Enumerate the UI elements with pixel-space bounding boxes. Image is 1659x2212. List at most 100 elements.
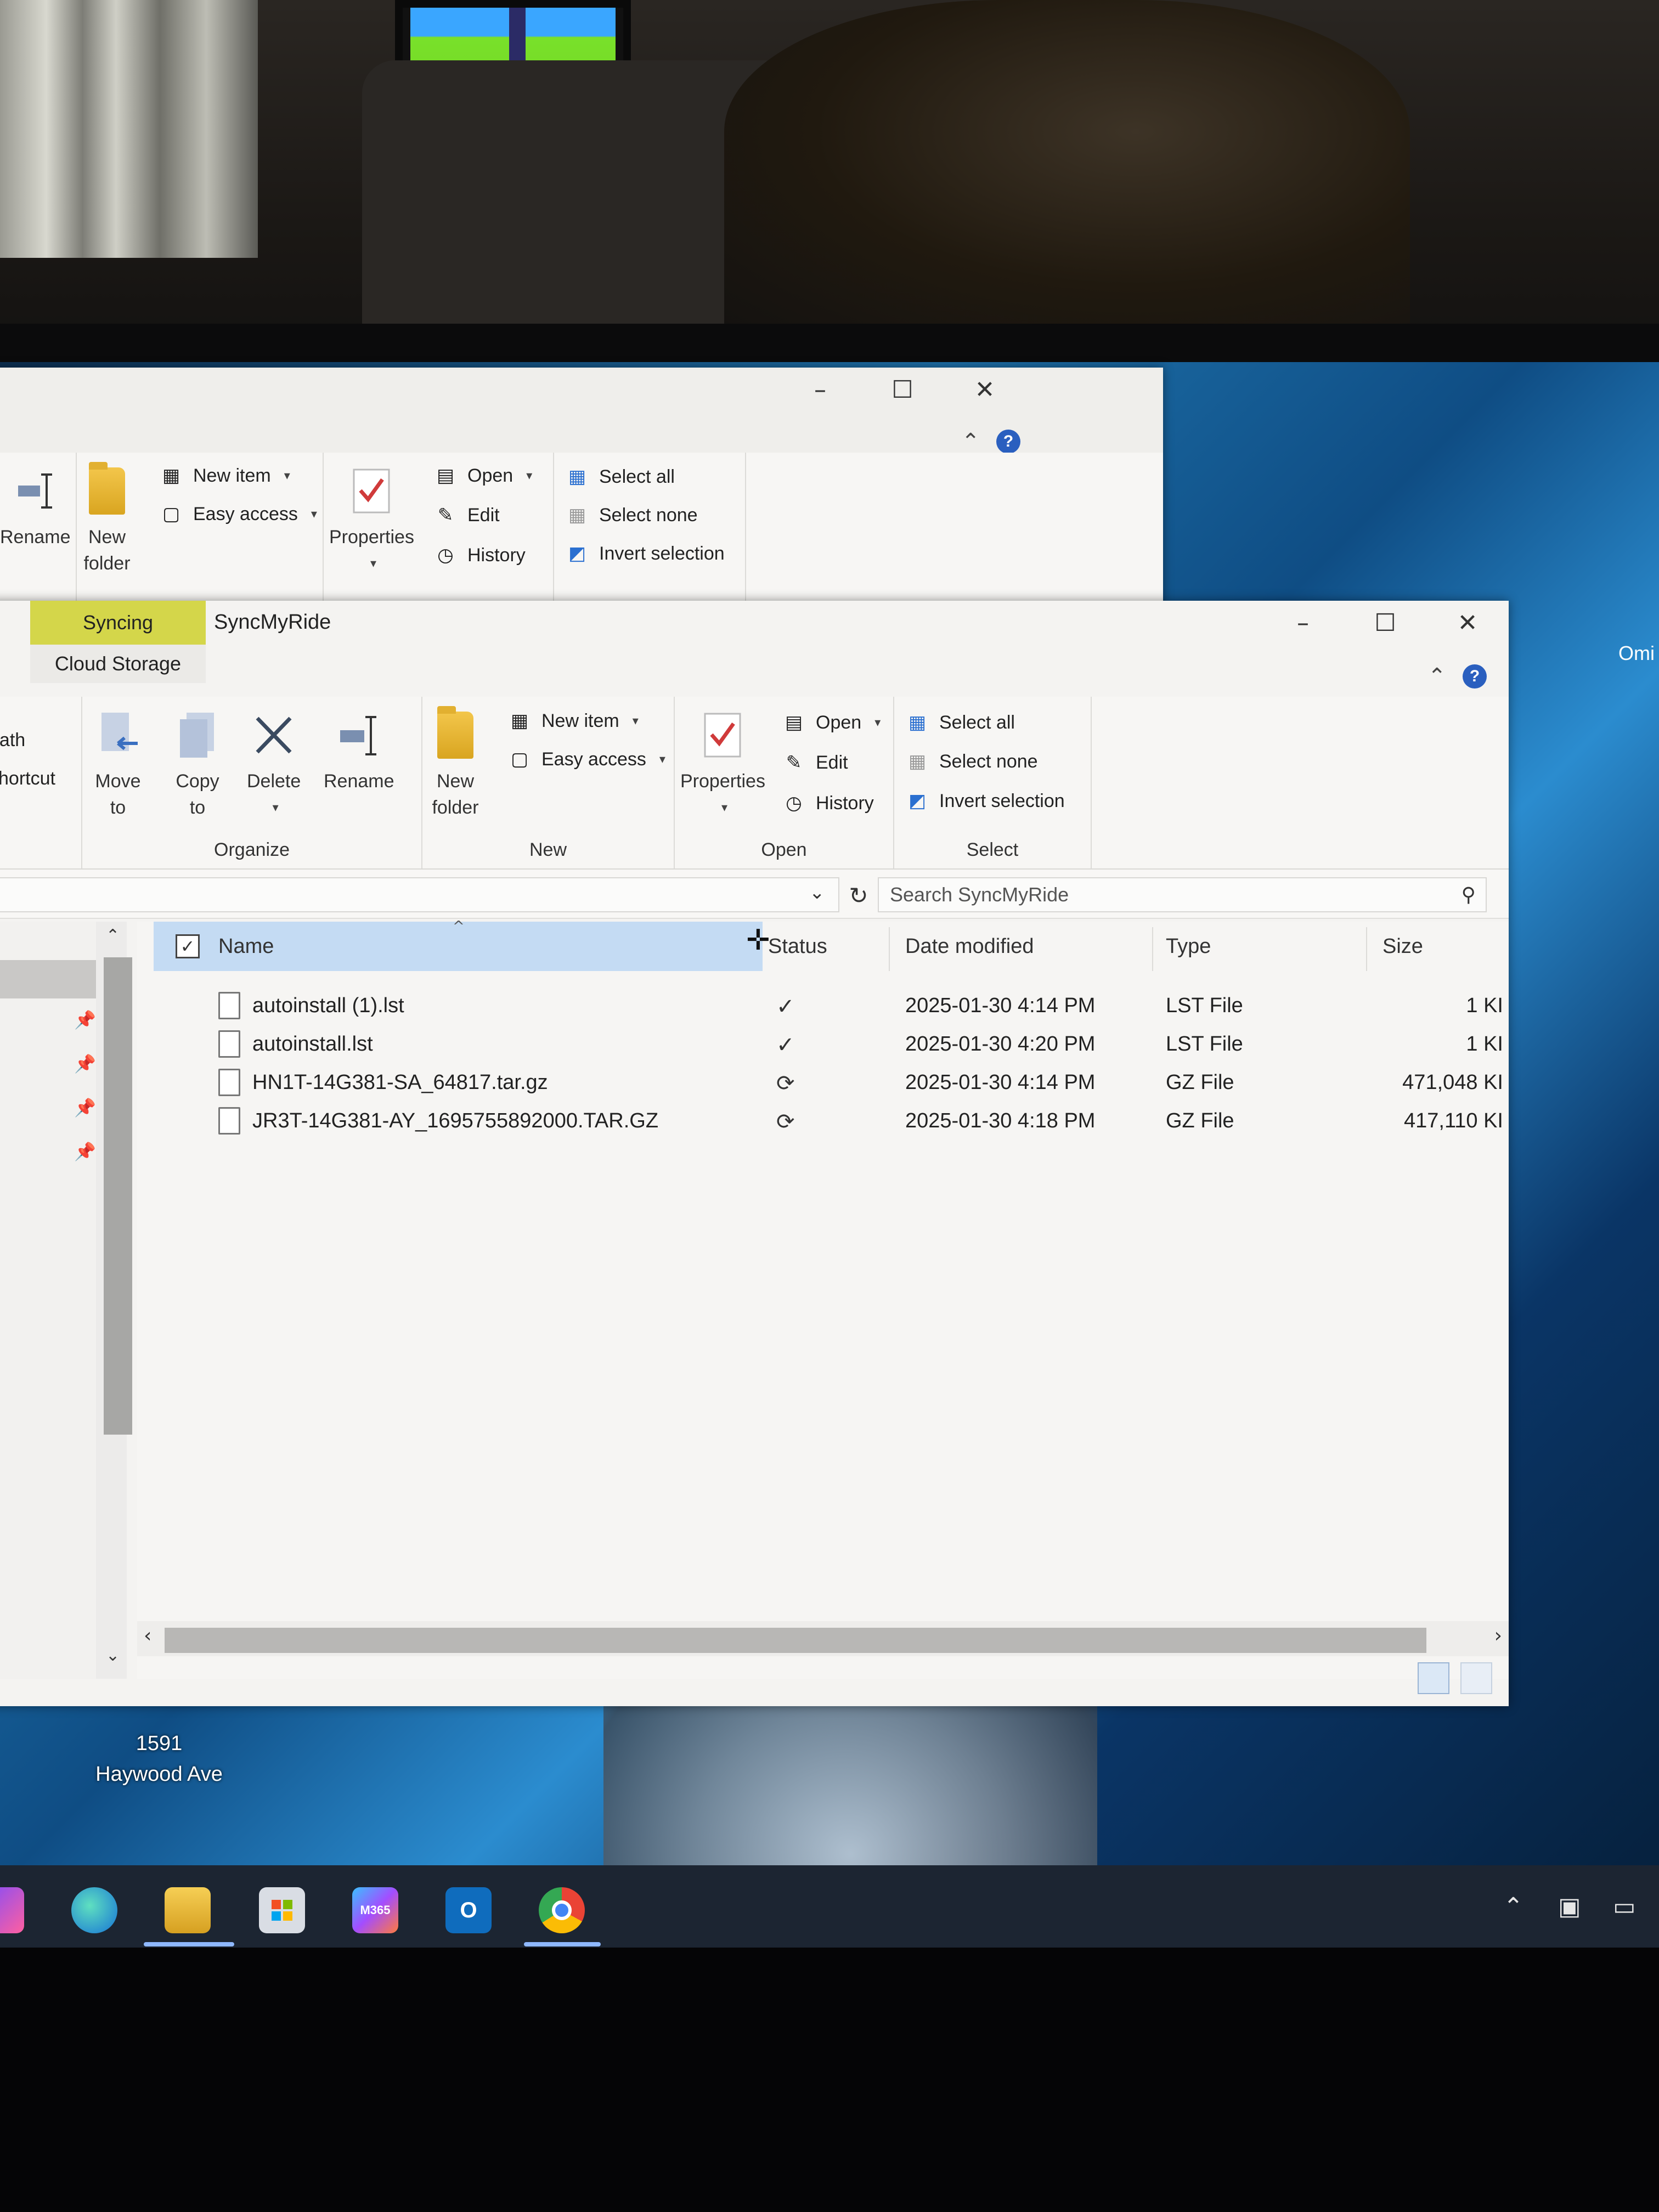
horizontal-scrollbar-thumb[interactable] (165, 1628, 1426, 1653)
tray-overflow-chevron-icon[interactable]: ⌃ (1503, 1893, 1523, 1921)
edit-button[interactable]: ✎ Edit (782, 751, 848, 775)
delete-x-icon (249, 708, 298, 763)
help-icon[interactable]: ? (996, 430, 1020, 454)
select-none-button[interactable]: ▦ Select none (565, 503, 698, 527)
horizontal-scrollbar[interactable]: ‹ › (137, 1621, 1509, 1656)
file-row[interactable]: autoinstall (1).lst ✓ 2025-01-30 4:14 PM… (154, 988, 1503, 1026)
lamp (724, 0, 1410, 329)
select-all-checkbox[interactable]: ✓ (176, 934, 200, 958)
open-button[interactable]: ▤ Open ▾ (782, 710, 881, 735)
desktop-icon-label[interactable]: Omi (1618, 642, 1655, 665)
column-header-name[interactable]: ✓ Name ^ (154, 918, 763, 971)
invert-selection-button[interactable]: ◩ Invert selection (905, 789, 1065, 813)
pin-icon[interactable]: 📌 (74, 1053, 96, 1074)
rename-button[interactable]: Rename (0, 464, 71, 550)
new-item-button[interactable]: ▦ New item ▾ (159, 464, 290, 488)
file-row[interactable]: JR3T-14G381-AY_1695755892000.TAR.GZ ⟳ 20… (154, 1103, 1503, 1141)
scroll-left-icon[interactable]: ‹ (144, 1624, 151, 1647)
column-header-status[interactable]: Status (768, 922, 827, 971)
close-button[interactable]: ✕ (944, 368, 1026, 411)
collapse-ribbon-icon[interactable]: ⌃ (1427, 664, 1446, 689)
collapse-ribbon-icon[interactable]: ⌃ (961, 429, 980, 454)
file-size: 1 KI (1466, 1032, 1503, 1056)
refresh-icon[interactable]: ↻ (843, 879, 874, 911)
paste-shortcut-button[interactable]: shortcut (0, 768, 55, 789)
search-icon[interactable]: ⚲ (1462, 884, 1476, 906)
resize-cursor-icon: ✛ (746, 924, 770, 957)
pin-icon[interactable]: 📌 (74, 1141, 96, 1162)
syncing-status-tab[interactable]: Syncing (30, 601, 206, 645)
rename-button[interactable]: Rename (324, 708, 394, 794)
delete-button[interactable]: Delete ▾ (247, 708, 301, 821)
select-all-button[interactable]: ▦ Select all (905, 710, 1015, 735)
details-view-icon[interactable] (1418, 1662, 1449, 1694)
column-divider[interactable] (1152, 927, 1153, 971)
file-explorer-icon[interactable] (165, 1887, 211, 1933)
column-header-type[interactable]: Type (1166, 922, 1211, 971)
history-button[interactable]: ◷ History (433, 543, 526, 567)
new-folder-button[interactable]: New folder (431, 706, 480, 821)
nav-scrollbar-thumb[interactable] (104, 957, 132, 1435)
column-divider[interactable] (889, 927, 890, 971)
copilot-icon[interactable] (0, 1887, 24, 1933)
scroll-down-icon[interactable]: ⌄ (106, 1646, 120, 1665)
ribbon: path shortcut Move to Copy to (0, 697, 1509, 870)
column-header-size[interactable]: Size (1383, 922, 1423, 971)
move-to-button[interactable]: Move to (93, 708, 143, 821)
view-toggle (1418, 1662, 1492, 1694)
scroll-right-icon[interactable]: › (1494, 1624, 1502, 1647)
copy-to-button[interactable]: Copy to (173, 708, 222, 821)
easy-access-button[interactable]: ▢ Easy access ▾ (159, 502, 317, 526)
chrome-icon[interactable] (539, 1887, 585, 1933)
easy-access-button[interactable]: ▢ Easy access ▾ (507, 747, 665, 771)
search-input[interactable]: Search SyncMyRide ⚲ (878, 877, 1487, 912)
battery-icon[interactable]: ▭ (1613, 1893, 1636, 1921)
maximize-button[interactable]: ☐ (861, 368, 944, 411)
nav-selected-item[interactable] (0, 960, 107, 998)
size-header-label: Size (1383, 934, 1423, 958)
select-none-label: Select none (599, 504, 698, 526)
dropdown-caret-icon: ▾ (721, 800, 727, 814)
outlook-icon[interactable]: O (445, 1887, 492, 1933)
select-none-button[interactable]: ▦ Select none (905, 749, 1038, 774)
column-header-date[interactable]: Date modified (905, 922, 1034, 971)
properties-button[interactable]: Properties ▾ (329, 464, 414, 577)
pin-icon[interactable]: 📌 (74, 1097, 96, 1118)
pin-icon[interactable]: 📌 (74, 1009, 96, 1030)
delete-label: Delete (247, 771, 301, 792)
address-bar[interactable] (0, 877, 839, 912)
select-all-button[interactable]: ▦ Select all (565, 465, 675, 489)
file-list[interactable]: ✓ Name ^ ✛ Status Date modified Type Siz… (137, 918, 1509, 1679)
nav-scrollbar[interactable]: ⌃ ⌄ (96, 922, 132, 1679)
minimize-button[interactable]: – (1262, 601, 1344, 645)
background-explorer-window[interactable]: – ☐ ✕ ⌃ ? Rename New folder ▦ New item ▾ (0, 368, 1163, 609)
address-history-chevron-icon[interactable]: ⌄ (809, 882, 825, 904)
invert-selection-label: Invert selection (599, 543, 725, 564)
help-icon[interactable]: ? (1463, 664, 1487, 689)
scroll-up-icon[interactable]: ⌃ (106, 926, 120, 945)
edge-icon[interactable] (71, 1887, 117, 1933)
invert-selection-button[interactable]: ◩ Invert selection (565, 541, 725, 566)
maximize-button[interactable]: ☐ (1344, 601, 1426, 645)
close-button[interactable]: ✕ (1426, 601, 1509, 645)
device-icon[interactable]: ▣ (1558, 1893, 1581, 1921)
history-label: History (816, 792, 874, 814)
cloud-storage-tab[interactable]: Cloud Storage (30, 645, 206, 683)
explorer-window[interactable]: Syncing Cloud Storage SyncMyRide – ☐ ✕ ⌃… (0, 601, 1509, 1706)
file-row[interactable]: autoinstall.lst ✓ 2025-01-30 4:20 PM LST… (154, 1026, 1503, 1064)
new-item-button[interactable]: ▦ New item ▾ (507, 709, 639, 733)
m365-icon[interactable]: M365 (352, 1887, 398, 1933)
history-button[interactable]: ◷ History (782, 791, 874, 815)
clipboard-group: path shortcut (0, 697, 82, 868)
properties-button[interactable]: Properties ▾ (680, 708, 765, 821)
edit-button[interactable]: ✎ Edit (433, 503, 500, 527)
store-icon[interactable] (259, 1887, 305, 1933)
minimize-button[interactable]: – (779, 368, 861, 411)
file-row[interactable]: HN1T-14G381-SA_64817.tar.gz ⟳ 2025-01-30… (154, 1064, 1503, 1103)
copy-path-button[interactable]: path (0, 730, 25, 751)
new-folder-button[interactable]: New folder (82, 462, 132, 577)
open-button[interactable]: ▤ Open ▾ (433, 464, 532, 488)
column-divider[interactable] (1366, 927, 1367, 971)
dropdown-caret-icon: ▾ (370, 556, 376, 570)
large-icons-view-icon[interactable] (1460, 1662, 1492, 1694)
